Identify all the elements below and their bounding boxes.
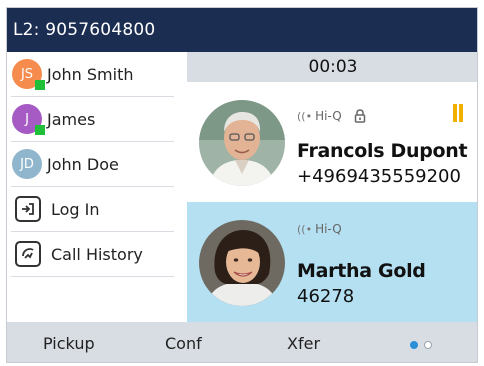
softkey-bar: Pickup Conf Xfer — [7, 322, 477, 362]
hd-waves-icon: ((• — [297, 222, 313, 236]
contact-name: John Smith — [47, 64, 134, 84]
hd-audio-indicator: ((• Hi-Q — [297, 222, 342, 236]
avatar: JS — [12, 59, 45, 90]
hd-audio-indicator: ((• Hi-Q — [297, 108, 368, 124]
call-history-icon — [15, 241, 41, 267]
lock-icon — [354, 109, 365, 123]
avatar-initials: J — [25, 111, 29, 127]
line-label: L2: 9057604800 — [13, 20, 156, 40]
caller-name: Francols Dupont — [297, 140, 468, 162]
page-dot-inactive — [424, 341, 432, 349]
login-icon — [15, 196, 41, 222]
sidebar-item-label: Log In — [51, 199, 100, 219]
caller-photo — [199, 100, 285, 186]
avatar: JD — [12, 149, 42, 179]
page-indicator[interactable] — [410, 341, 438, 349]
conf-softkey[interactable]: Conf — [165, 334, 202, 353]
sidebar-item-james[interactable]: J James — [11, 97, 174, 142]
caller-name: Martha Gold — [297, 260, 426, 282]
sidebar-item-label: Call History — [51, 244, 143, 264]
caller-number: +4969435559200 — [297, 166, 461, 187]
call-active[interactable]: ((• Hi-Q Martha Gold 46278 — [187, 202, 477, 322]
xfer-softkey[interactable]: Xfer — [287, 334, 320, 353]
line-header: L2: 9057604800 — [7, 8, 477, 52]
avatar-initials: JS — [20, 66, 34, 82]
hd-waves-icon: ((• — [297, 109, 313, 123]
sidebar-item-log-in[interactable]: Log In — [11, 187, 174, 232]
sidebar: JS John Smith J James JD John Doe Log In… — [7, 52, 187, 322]
sidebar-item-john-smith[interactable]: JS John Smith — [11, 52, 174, 97]
hd-label: Hi-Q — [315, 109, 342, 123]
call-held[interactable]: ((• Hi-Q Francols Dupont +4969435559200 — [187, 82, 477, 202]
sidebar-item-call-history[interactable]: Call History — [11, 232, 174, 277]
sidebar-item-john-doe[interactable]: JD John Doe — [11, 142, 174, 187]
presence-available-icon — [35, 125, 45, 135]
presence-available-icon — [35, 80, 45, 90]
caller-number: 46278 — [297, 286, 355, 307]
page-dot-active — [410, 341, 418, 349]
avatar-initials: JD — [20, 156, 34, 172]
hd-label: Hi-Q — [315, 222, 342, 236]
avatar: J — [12, 104, 45, 135]
hold-icon — [451, 104, 465, 122]
phone-screen: L2: 9057604800 JS John Smith J James JD … — [6, 7, 478, 363]
contact-name: James — [47, 109, 96, 129]
caller-photo — [199, 220, 285, 306]
contact-name: John Doe — [47, 154, 119, 174]
call-timer: 00:03 — [187, 52, 477, 82]
pickup-softkey[interactable]: Pickup — [43, 334, 95, 353]
